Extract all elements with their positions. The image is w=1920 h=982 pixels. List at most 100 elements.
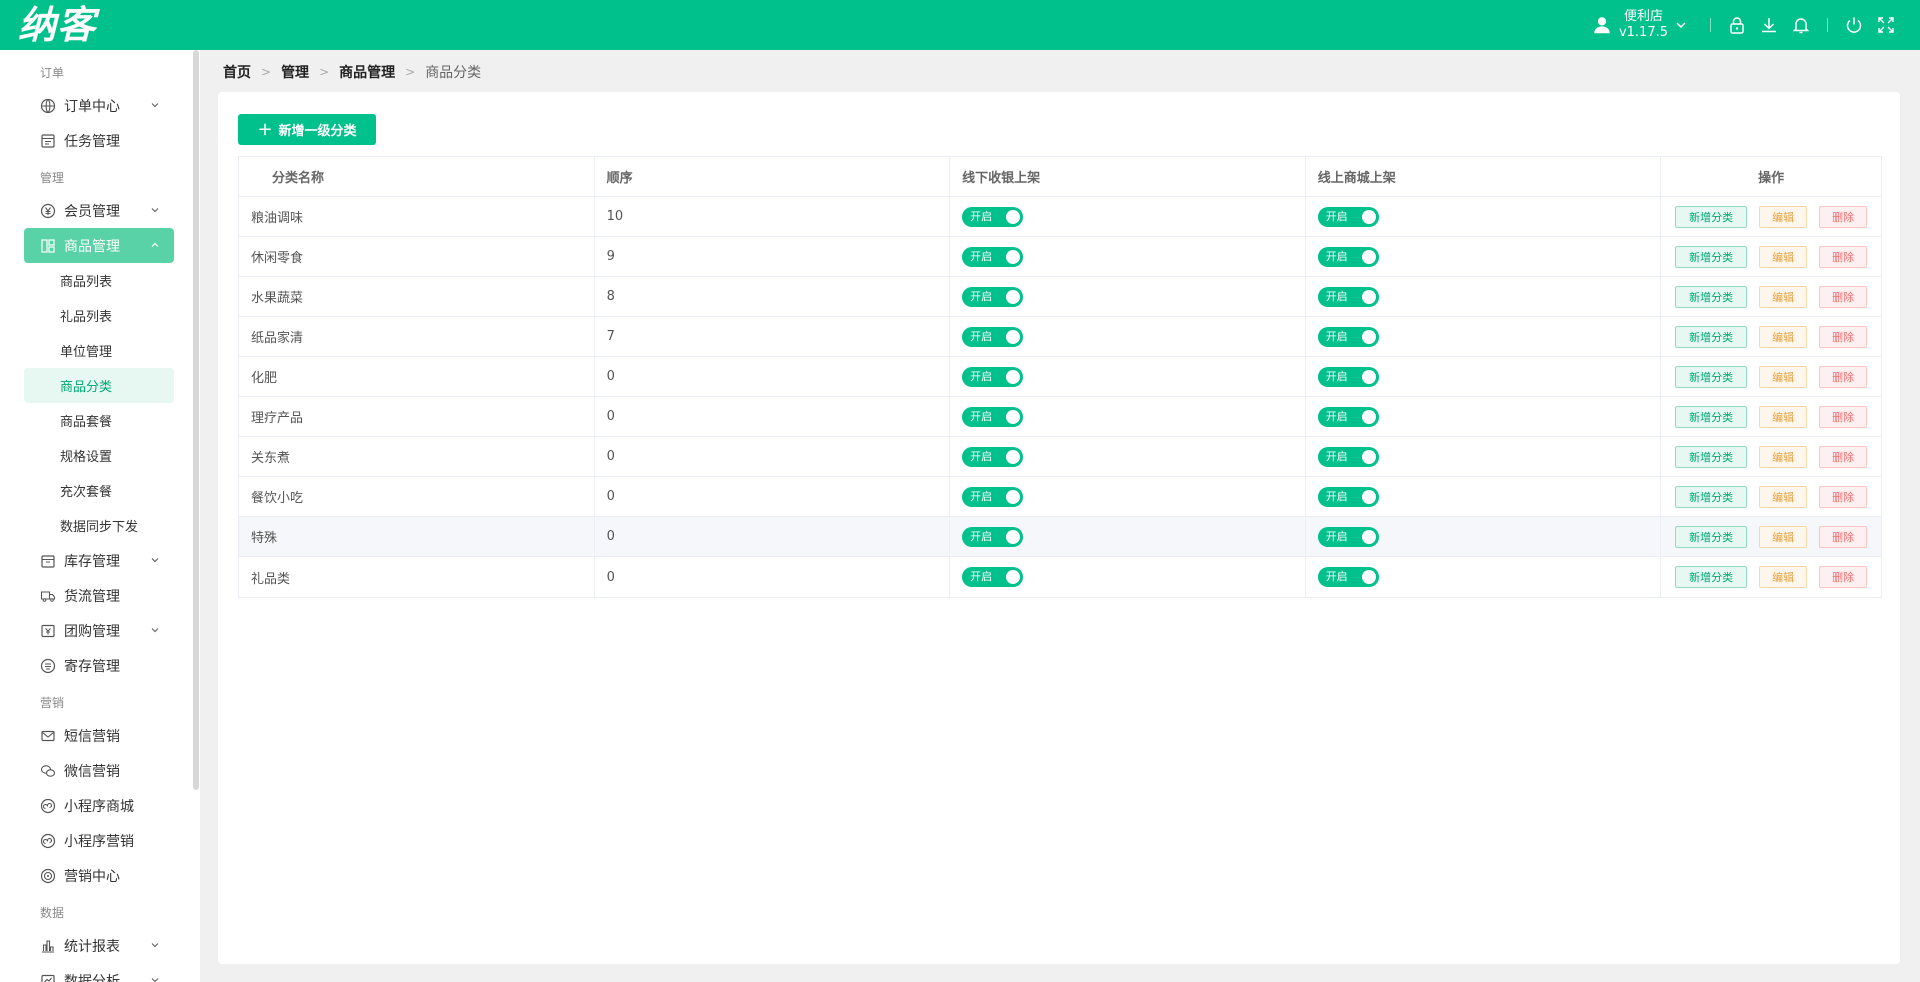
sidebar-subitem-gift-list[interactable]: 礼品列表 bbox=[24, 298, 174, 333]
offline-shelf-toggle[interactable]: 开启 bbox=[962, 406, 1024, 427]
offline-shelf-toggle[interactable]: 开启 bbox=[962, 446, 1024, 467]
add-top-category-button[interactable]: + 新增一级分类 bbox=[238, 114, 376, 145]
online-shelf-toggle[interactable]: 开启 bbox=[1317, 366, 1379, 387]
offline-shelf-toggle[interactable]: 开启 bbox=[962, 246, 1024, 267]
edit-button[interactable]: 编辑 bbox=[1759, 525, 1808, 548]
sidebar-subitem-spec-settings[interactable]: 规格设置 bbox=[24, 438, 174, 473]
offline-shelf-toggle[interactable]: 开启 bbox=[962, 326, 1024, 347]
sidebar-item-group-mgmt[interactable]: 团购管理 bbox=[24, 613, 174, 648]
sidebar-item-stats[interactable]: 统计报表 bbox=[24, 928, 174, 963]
sidebar-subitem-goods-category[interactable]: 商品分类 bbox=[24, 368, 174, 403]
online-shelf-toggle[interactable]: 开启 bbox=[1317, 406, 1379, 427]
offline-shelf-toggle[interactable]: 开启 bbox=[962, 206, 1024, 227]
delete-button[interactable]: 删除 bbox=[1819, 485, 1868, 508]
online-shelf-toggle[interactable]: 开启 bbox=[1317, 286, 1379, 307]
sidebar-subitem-goods-list[interactable]: 商品列表 bbox=[24, 263, 174, 298]
bell-icon[interactable] bbox=[1791, 15, 1811, 35]
add-subcategory-button[interactable]: 新增分类 bbox=[1675, 285, 1748, 308]
category-name: 关东煮 bbox=[239, 436, 595, 477]
online-shelf-cell: 开启 bbox=[1306, 516, 1662, 557]
toggle-label: 开启 bbox=[1325, 570, 1348, 583]
sidebar-item-stock-mgmt[interactable]: 库存管理 bbox=[24, 543, 174, 578]
edit-button[interactable]: 编辑 bbox=[1759, 325, 1808, 348]
download-icon[interactable] bbox=[1759, 15, 1779, 35]
add-subcategory-button[interactable]: 新增分类 bbox=[1675, 525, 1748, 548]
delete-button[interactable]: 删除 bbox=[1819, 365, 1868, 388]
sidebar-item-logistics-mgmt[interactable]: 货流管理 bbox=[24, 578, 174, 613]
delete-button[interactable]: 删除 bbox=[1819, 525, 1868, 548]
online-shelf-toggle[interactable]: 开启 bbox=[1317, 246, 1379, 267]
sidebar-item-mini-marketing[interactable]: 小程序营销 bbox=[24, 823, 174, 858]
sidebar-subitem-unit-mgmt[interactable]: 单位管理 bbox=[24, 333, 174, 368]
sidebar-item-marketing-center[interactable]: 营销中心 bbox=[24, 858, 174, 893]
offline-shelf-toggle[interactable]: 开启 bbox=[962, 366, 1024, 387]
online-shelf-toggle[interactable]: 开启 bbox=[1317, 486, 1379, 507]
sidebar-scrollbar[interactable] bbox=[193, 50, 199, 790]
edit-button[interactable]: 编辑 bbox=[1759, 245, 1808, 268]
actions-cell: 新增分类 编辑 删除 bbox=[1661, 317, 1881, 357]
offline-shelf-toggle[interactable]: 开启 bbox=[962, 286, 1024, 307]
online-shelf-toggle[interactable]: 开启 bbox=[1317, 446, 1379, 467]
add-subcategory-button[interactable]: 新增分类 bbox=[1675, 325, 1748, 348]
sidebar-section-data: 数据 bbox=[40, 906, 65, 920]
offline-shelf-cell: 开启 bbox=[950, 236, 1306, 277]
lock-icon[interactable] bbox=[1727, 15, 1747, 35]
online-shelf-toggle[interactable]: 开启 bbox=[1317, 526, 1379, 547]
edit-button[interactable]: 编辑 bbox=[1759, 566, 1808, 588]
delete-button[interactable]: 删除 bbox=[1819, 445, 1868, 468]
add-subcategory-button[interactable]: 新增分类 bbox=[1675, 245, 1748, 268]
truck-icon bbox=[40, 590, 56, 602]
offline-shelf-cell: 开启 bbox=[950, 516, 1306, 557]
sidebar-item-goods-mgmt[interactable]: 商品管理 bbox=[24, 228, 174, 263]
edit-button[interactable]: 编辑 bbox=[1759, 485, 1808, 508]
sidebar-item-task-mgmt[interactable]: 任务管理 bbox=[24, 123, 174, 158]
chevron-right-icon: > bbox=[261, 65, 272, 79]
sidebar-item-order-center[interactable]: 订单中心 bbox=[24, 88, 174, 123]
table-row: 理疗产品 0 开启 开启 新增分类 编辑 删除 bbox=[239, 396, 1881, 437]
sidebar-item-member-mgmt[interactable]: 会员管理 bbox=[24, 193, 174, 228]
offline-shelf-toggle[interactable]: 开启 bbox=[962, 567, 1024, 587]
add-subcategory-button[interactable]: 新增分类 bbox=[1675, 445, 1748, 468]
sidebar-item-deposit-mgmt[interactable]: 寄存管理 bbox=[24, 648, 174, 683]
online-shelf-toggle[interactable]: 开启 bbox=[1317, 326, 1379, 347]
edit-button[interactable]: 编辑 bbox=[1759, 365, 1808, 388]
delete-button[interactable]: 删除 bbox=[1819, 566, 1868, 588]
edit-button[interactable]: 编辑 bbox=[1759, 445, 1808, 468]
sidebar-item-wechat[interactable]: 微信营销 bbox=[24, 753, 174, 788]
table-row: 水果蔬菜 8 开启 开启 新增分类 编辑 删除 bbox=[239, 276, 1881, 317]
offline-shelf-toggle[interactable]: 开启 bbox=[962, 526, 1024, 547]
online-shelf-toggle[interactable]: 开启 bbox=[1317, 567, 1379, 587]
sidebar-item-sms[interactable]: 短信营销 bbox=[24, 718, 174, 753]
online-shelf-cell: 开启 bbox=[1306, 316, 1662, 357]
add-subcategory-button[interactable]: 新增分类 bbox=[1675, 205, 1748, 228]
logo[interactable]: 纳客 bbox=[18, 2, 96, 48]
power-icon[interactable] bbox=[1844, 15, 1864, 35]
sidebar-subitem-data-sync[interactable]: 数据同步下发 bbox=[24, 508, 174, 543]
sidebar-subitem-recharge-package[interactable]: 充次套餐 bbox=[24, 473, 174, 508]
add-subcategory-button[interactable]: 新增分类 bbox=[1675, 365, 1748, 388]
edit-button[interactable]: 编辑 bbox=[1759, 285, 1808, 308]
delete-button[interactable]: 删除 bbox=[1819, 245, 1868, 268]
sidebar-item-mini-mall[interactable]: 小程序商城 bbox=[24, 788, 174, 823]
fullscreen-icon[interactable] bbox=[1876, 15, 1896, 35]
breadcrumb-manage[interactable]: 管理 bbox=[281, 62, 309, 82]
add-subcategory-button[interactable]: 新增分类 bbox=[1675, 485, 1748, 508]
delete-button[interactable]: 删除 bbox=[1819, 325, 1868, 348]
store-switcher[interactable]: 便利店 v1.17.5 bbox=[1591, 9, 1688, 41]
edit-button[interactable]: 编辑 bbox=[1759, 205, 1808, 228]
offline-shelf-toggle[interactable]: 开启 bbox=[962, 486, 1024, 507]
add-subcategory-button[interactable]: 新增分类 bbox=[1675, 566, 1748, 588]
delete-button[interactable]: 删除 bbox=[1819, 285, 1868, 308]
sidebar-subitem-goods-package[interactable]: 商品套餐 bbox=[24, 403, 174, 438]
toggle-knob bbox=[1006, 249, 1021, 264]
delete-button[interactable]: 删除 bbox=[1819, 205, 1868, 228]
delete-button[interactable]: 删除 bbox=[1819, 405, 1868, 428]
breadcrumb-goods-mgmt[interactable]: 商品管理 bbox=[339, 62, 395, 82]
breadcrumb-home[interactable]: 首页 bbox=[223, 62, 251, 82]
toggle-knob bbox=[1361, 570, 1376, 584]
edit-button[interactable]: 编辑 bbox=[1759, 405, 1808, 428]
chevron-down-icon bbox=[151, 558, 159, 563]
sidebar-item-analysis[interactable]: 数据分析 bbox=[24, 963, 174, 982]
online-shelf-toggle[interactable]: 开启 bbox=[1317, 206, 1379, 227]
add-subcategory-button[interactable]: 新增分类 bbox=[1675, 405, 1748, 428]
